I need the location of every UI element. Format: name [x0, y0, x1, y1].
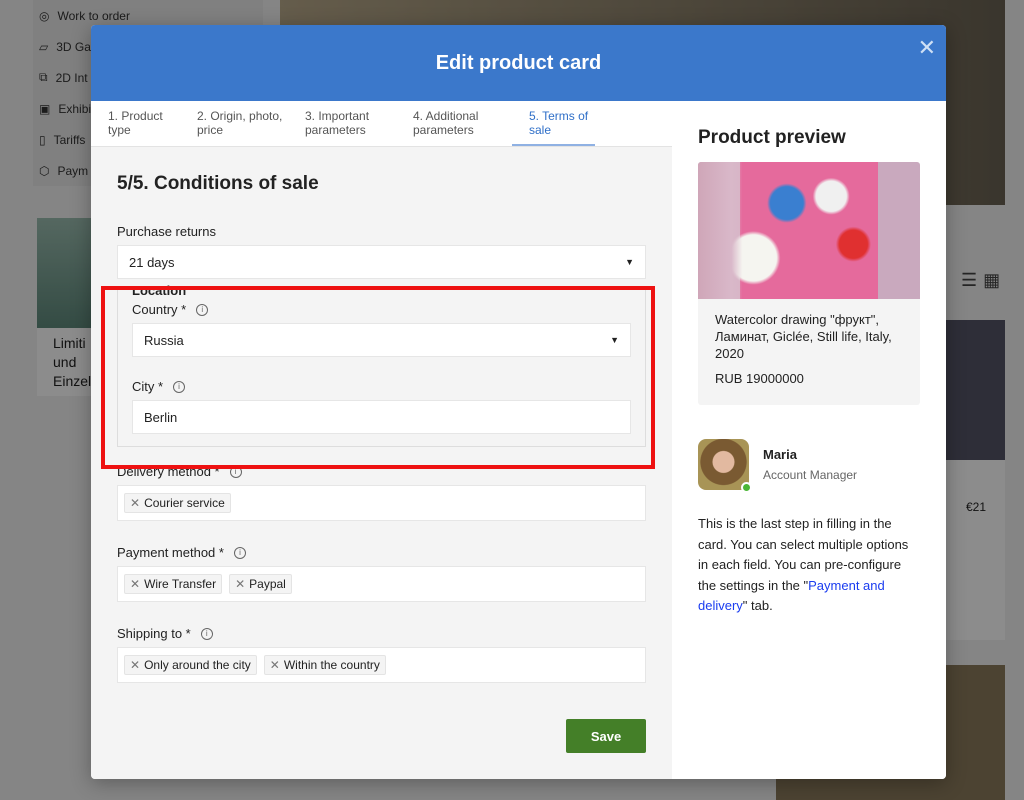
tag-wire-transfer[interactable]: ✕ Wire Transfer: [124, 574, 223, 594]
product-image: [698, 162, 920, 299]
tab-origin-photo-price[interactable]: 2. Origin, photo, price: [180, 101, 288, 146]
tag-courier-service[interactable]: ✕ Courier service: [124, 493, 231, 513]
account-manager: Maria Account Manager: [698, 439, 920, 493]
delivery-method-label: Delivery method *: [117, 464, 220, 479]
remove-icon[interactable]: ✕: [235, 577, 245, 591]
city-label: City *: [132, 379, 164, 394]
online-status-icon: [741, 482, 752, 493]
info-icon[interactable]: i: [233, 546, 246, 559]
remove-icon[interactable]: ✕: [130, 658, 140, 672]
country-select[interactable]: Russia ▼: [132, 323, 631, 357]
purchase-returns-select[interactable]: 21 days ▼: [117, 245, 646, 279]
remove-icon[interactable]: ✕: [130, 496, 140, 510]
shipping-to-input[interactable]: ✕ Only around the city ✕ Within the countr…: [117, 647, 646, 683]
section-title: 5/5. Conditions of sale: [117, 173, 319, 194]
modal-header: Edit product card ✕: [91, 25, 946, 101]
location-legend: Location: [128, 283, 191, 298]
tag-paypal[interactable]: ✕ Paypal: [229, 574, 292, 594]
country-label: Country *: [132, 302, 187, 317]
step-tabs: 1. Product type 2. Origin, photo, price …: [91, 101, 672, 147]
remove-icon[interactable]: ✕: [270, 658, 280, 672]
remove-icon[interactable]: ✕: [130, 577, 140, 591]
avatar: [698, 439, 752, 493]
product-price: RUB 19000000: [715, 371, 804, 386]
help-text: This is the last step in filling in the …: [698, 516, 909, 613]
tab-product-type[interactable]: 1. Product type: [91, 101, 180, 146]
preview-panel: Product preview Watercolor drawing "фрук…: [672, 101, 946, 779]
form-panel: 1. Product type 2. Origin, photo, price …: [91, 101, 672, 779]
preview-title: Product preview: [698, 127, 846, 148]
delivery-method-input[interactable]: ✕ Courier service: [117, 485, 646, 521]
tab-important-parameters[interactable]: 3. Important parameters: [288, 101, 396, 146]
tag-only-around-city[interactable]: ✕ Only around the city: [124, 655, 257, 675]
city-input[interactable]: Berlin: [132, 400, 631, 434]
tab-terms-of-sale[interactable]: 5. Terms of sale: [512, 101, 595, 146]
manager-name: Maria: [763, 447, 797, 462]
info-icon[interactable]: i: [229, 465, 242, 478]
info-icon[interactable]: i: [200, 627, 213, 640]
product-preview-card: Watercolor drawing "фрукт", Ламинат, Gic…: [698, 162, 920, 405]
payment-method-label: Payment method *: [117, 545, 224, 560]
location-fieldset: Location Country * i Russia ▼ City * i Berl…: [117, 283, 646, 447]
tab-additional-parameters[interactable]: 4. Additional parameters: [396, 101, 504, 146]
info-icon[interactable]: i: [173, 380, 186, 393]
modal-title: Edit product card: [435, 51, 602, 74]
purchase-returns-label: Purchase returns: [117, 224, 216, 239]
tag-within-country[interactable]: ✕ Within the country: [263, 655, 386, 675]
save-button[interactable]: Save: [566, 719, 646, 753]
manager-role: Account Manager: [763, 468, 858, 482]
shipping-to-label: Shipping to *: [117, 626, 191, 641]
product-description: Watercolor drawing "фрукт", Ламинат, Gic…: [715, 312, 892, 361]
edit-product-modal: Edit product card ✕ 1. Product type 2. O…: [91, 25, 946, 779]
info-icon[interactable]: i: [196, 303, 209, 316]
caret-down-icon: ▼: [610, 335, 619, 345]
payment-method-input[interactable]: ✕ Wire Transfer ✕ Paypal: [117, 566, 646, 602]
caret-down-icon: ▼: [625, 257, 634, 267]
close-icon[interactable]: ✕: [918, 35, 936, 61]
